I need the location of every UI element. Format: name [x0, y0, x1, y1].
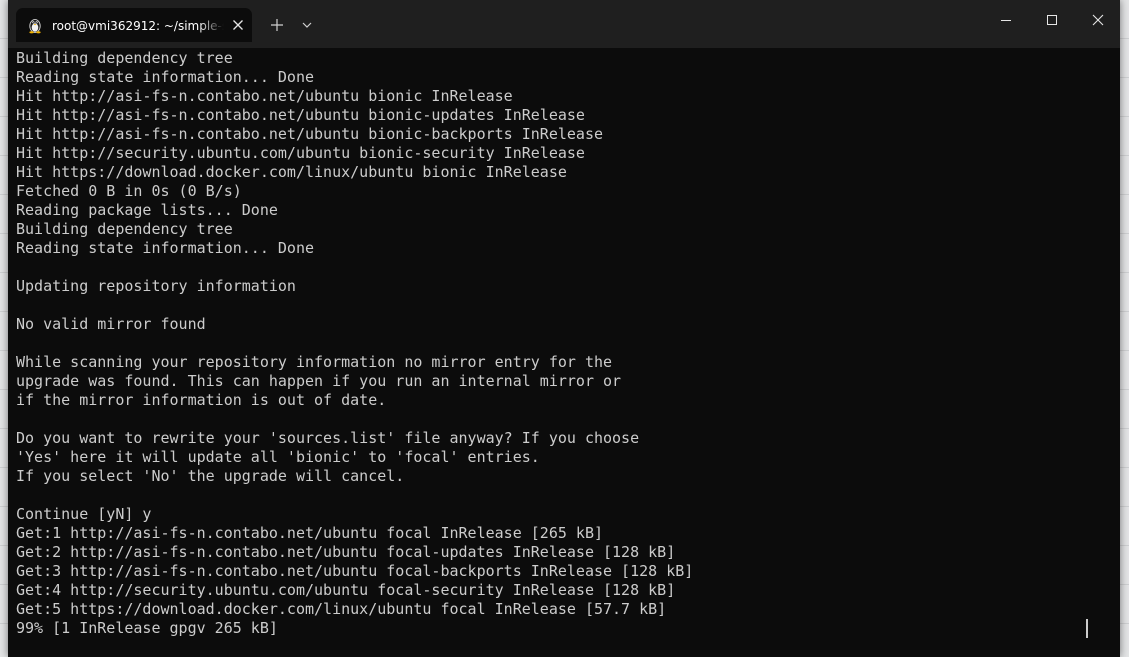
terminal-line: Continue [yN] y — [16, 505, 152, 523]
terminal-line: Building dependency tree — [16, 49, 233, 67]
terminal-line: Reading state information... Done — [16, 68, 315, 86]
terminal-line: Updating repository information — [16, 277, 296, 295]
close-window-button[interactable] — [1075, 4, 1120, 36]
terminal-line: Do you want to rewrite your 'sources.lis… — [16, 429, 640, 447]
close-icon — [1092, 14, 1104, 26]
maximize-button[interactable] — [1029, 4, 1075, 36]
terminal-line: If you select 'No' the upgrade will canc… — [16, 467, 405, 485]
tab-close-icon[interactable] — [230, 17, 246, 33]
terminal-line: Reading state information... Done — [16, 239, 315, 257]
terminal-line: Reading package lists... Done — [16, 201, 278, 219]
terminal-line: Hit http://security.ubuntu.com/ubuntu bi… — [16, 144, 585, 162]
terminal-line: 99% [1 InRelease gpgv 265 kB] — [16, 619, 278, 637]
terminal-output[interactable]: Building dependency tree Reading state in… — [8, 48, 1120, 657]
terminal-line: Get:4 http://security.ubuntu.com/ubuntu … — [16, 581, 676, 599]
maximize-icon — [1047, 15, 1057, 25]
terminal-line: Hit http://asi-fs-n.contabo.net/ubuntu b… — [16, 87, 513, 105]
terminal-line: Fetched 0 B in 0s (0 B/s) — [16, 182, 242, 200]
title-bar[interactable]: root@vmi362912: ~/simple-st — [8, 0, 1120, 48]
terminal-lines: Building dependency tree Reading state in… — [16, 49, 693, 638]
terminal-line: Get:1 http://asi-fs-n.contabo.net/ubuntu… — [16, 524, 603, 542]
terminal-line: While scanning your repository informati… — [16, 353, 613, 371]
terminal-window: root@vmi362912: ~/simple-st Building dep… — [8, 0, 1120, 657]
terminal-line: Building dependency tree — [16, 220, 233, 238]
new-tab-button[interactable] — [266, 14, 288, 36]
terminal-line: Get:5 https://download.docker.com/linux/… — [16, 600, 667, 618]
terminal-line: if the mirror information is out of date… — [16, 391, 387, 409]
tab-title: root@vmi362912: ~/simple-st — [52, 19, 224, 33]
terminal-line: Hit https://download.docker.com/linux/ub… — [16, 163, 567, 181]
terminal-line: upgrade was found. This can happen if yo… — [16, 372, 622, 390]
terminal-line: Get:2 http://asi-fs-n.contabo.net/ubuntu… — [16, 543, 676, 561]
tab-terminal[interactable]: root@vmi362912: ~/simple-st — [16, 8, 252, 42]
terminal-line: No valid mirror found — [16, 315, 206, 333]
minimize-icon — [1001, 20, 1011, 21]
chevron-down-icon — [302, 22, 312, 28]
terminal-line: 'Yes' here it will update all 'bionic' t… — [16, 448, 540, 466]
plus-icon — [271, 19, 283, 31]
tab-dropdown-button[interactable] — [298, 14, 316, 36]
minimize-button[interactable] — [983, 4, 1029, 36]
terminal-line: Hit http://asi-fs-n.contabo.net/ubuntu b… — [16, 125, 603, 143]
terminal-line: Get:3 http://asi-fs-n.contabo.net/ubuntu… — [16, 562, 694, 580]
linux-penguin-icon — [26, 16, 44, 34]
terminal-line: Hit http://asi-fs-n.contabo.net/ubuntu b… — [16, 106, 585, 124]
text-cursor — [1086, 619, 1088, 638]
